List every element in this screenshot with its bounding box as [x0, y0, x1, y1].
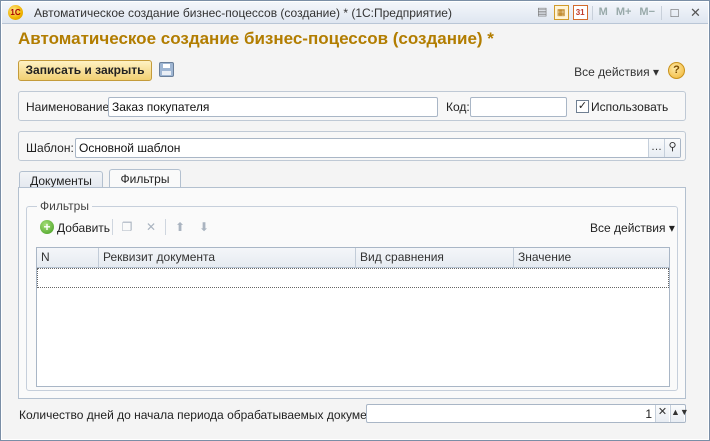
copy-icon[interactable]: ❐	[119, 219, 135, 235]
filters-legend: Фильтры	[37, 199, 92, 213]
memory-minus-button[interactable]: M−	[637, 5, 657, 20]
search-icon[interactable]: ⚲	[664, 139, 680, 157]
calendar-icon[interactable]: 31	[572, 5, 588, 20]
move-down-icon[interactable]: ⬇	[196, 219, 212, 235]
save-icon[interactable]	[159, 62, 174, 77]
move-up-icon[interactable]: ⬆	[172, 219, 188, 235]
clear-icon[interactable]: ✕	[655, 405, 669, 422]
chevron-down-icon: ▾	[652, 65, 659, 79]
days-label: Количество дней до начала периода обраба…	[19, 408, 396, 422]
filters-table[interactable]: N Реквизит документа Вид сравнения Значе…	[36, 247, 670, 387]
template-value: Основной шаблон	[79, 141, 181, 155]
use-checkbox[interactable]: ✓	[576, 100, 589, 113]
app-logo-icon[interactable]: 1С	[8, 5, 23, 20]
title-toolbar: ▤ ▦ 31 M M+ M− □ ✕	[535, 4, 704, 21]
memory-plus-button[interactable]: M+	[614, 5, 634, 20]
separator	[591, 5, 593, 20]
name-label: Наименование:	[26, 100, 113, 114]
column-header-attribute[interactable]: Реквизит документа	[99, 248, 356, 267]
column-header-comparison[interactable]: Вид сравнения	[356, 248, 514, 267]
filters-all-actions-menu[interactable]: Все действия ▾	[590, 221, 675, 235]
days-value: 1	[645, 407, 652, 421]
code-field[interactable]	[470, 97, 567, 117]
form-title: Автоматическое создание бизнес-поцессов …	[18, 29, 494, 48]
help-icon[interactable]: ?	[668, 62, 685, 79]
table-row[interactable]	[37, 268, 669, 288]
calculator-icon[interactable]: ▦	[553, 5, 569, 20]
use-label: Использовать	[591, 100, 669, 114]
add-button[interactable]: Добавить	[57, 221, 110, 235]
table-header: N Реквизит документа Вид сравнения Значе…	[37, 248, 669, 268]
add-icon[interactable]: +	[40, 220, 54, 234]
separator	[112, 219, 113, 235]
save-and-close-button[interactable]: Записать и закрыть	[18, 60, 152, 81]
title-bar: 1С Автоматическое создание бизнес-поцесс…	[2, 2, 708, 24]
filters-all-actions-label: Все действия	[590, 221, 666, 235]
name-field[interactable]: Заказ покупателя	[108, 97, 438, 117]
spin-button[interactable]: ▲▼	[670, 405, 689, 422]
all-actions-menu[interactable]: Все действия ▾	[574, 65, 659, 79]
close-button[interactable]: ✕	[687, 4, 704, 21]
delete-icon[interactable]: ✕	[143, 219, 159, 235]
days-field[interactable]: 1	[366, 404, 686, 423]
app-window: 1С Автоматическое создание бизнес-поцесс…	[0, 0, 710, 441]
memory-m-button[interactable]: M	[597, 5, 610, 20]
column-header-value[interactable]: Значение	[514, 248, 669, 267]
doc-icon[interactable]: ▤	[535, 5, 550, 20]
chevron-down-icon: ▾	[668, 221, 675, 235]
code-label: Код:	[446, 100, 470, 114]
column-header-n[interactable]: N	[37, 248, 99, 267]
maximize-button[interactable]: □	[666, 4, 683, 21]
separator	[165, 219, 166, 235]
template-label: Шаблон:	[26, 141, 74, 155]
window-title: Автоматическое создание бизнес-поцессов …	[34, 6, 452, 20]
separator	[661, 5, 662, 20]
select-button[interactable]: …	[648, 139, 664, 157]
all-actions-label: Все действия	[574, 65, 650, 79]
template-field[interactable]: Основной шаблон	[75, 138, 681, 158]
